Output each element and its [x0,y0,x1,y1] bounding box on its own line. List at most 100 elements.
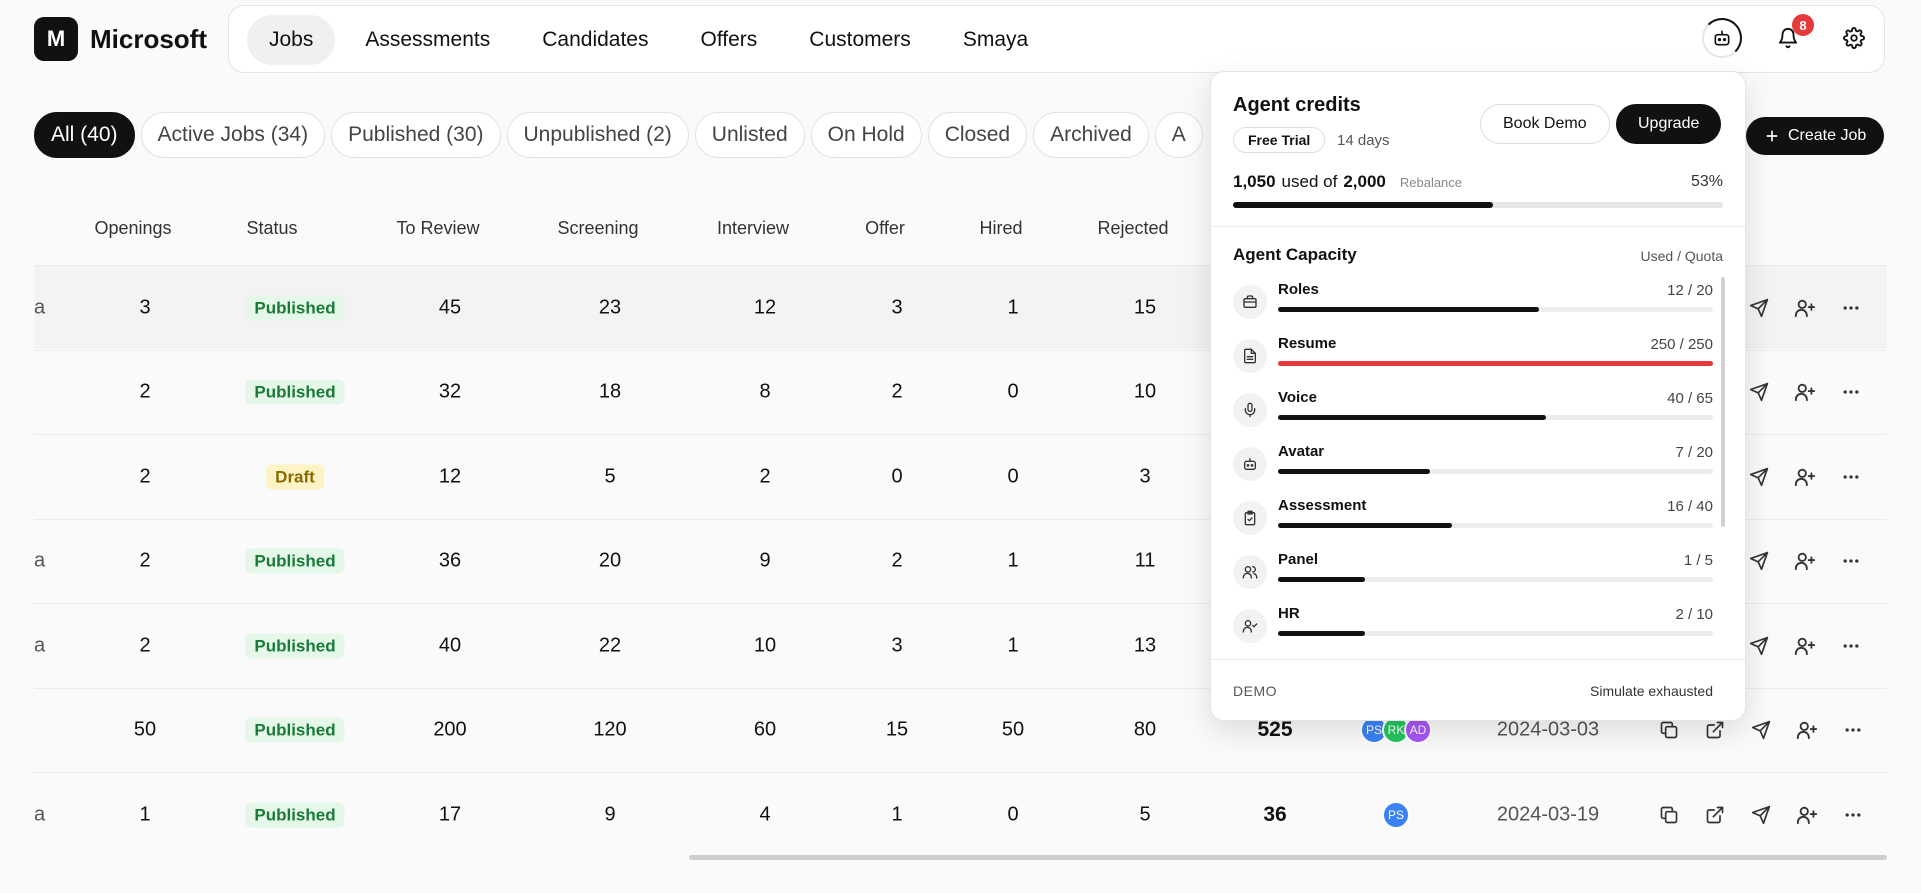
filter-active-jobs[interactable]: Active Jobs (34) [140,112,326,158]
th-to-review[interactable]: To Review [396,218,479,239]
th-hired[interactable]: Hired [979,218,1022,239]
popover-scrollbar[interactable] [1721,277,1725,527]
status-badge: Published [245,802,345,827]
capacity-subtitle: Used / Quota [1640,248,1724,264]
add-user-icon[interactable] [1796,719,1818,741]
job-title-clipped[interactable]: a [34,634,45,657]
brand[interactable]: M Microsoft [34,17,207,61]
capacity-bar-fill [1278,577,1365,582]
upgrade-button[interactable]: Upgrade [1616,104,1722,144]
more-icon[interactable] [1840,381,1862,403]
filter-published[interactable]: Published (30) [331,112,501,158]
more-icon[interactable] [1840,635,1862,657]
filter-archived[interactable]: Archived [1033,112,1149,158]
agent-credits-popover: Agent credits Free Trial 14 days Book De… [1210,71,1746,721]
th-screening[interactable]: Screening [557,218,638,239]
send-icon[interactable] [1750,804,1772,826]
simulate-exhausted-button[interactable]: Simulate exhausted [1590,683,1713,699]
capacity-bar-fill [1278,631,1365,636]
nav-tab-offers[interactable]: Offers [678,15,779,65]
credits-usage: 1,050 used of 2,000 Rebalance [1233,172,1462,192]
copy-icon[interactable] [1658,719,1680,741]
more-icon[interactable] [1840,466,1862,488]
capacity-item-hr: HR 2 / 10 [1233,601,1713,655]
cell-hired: 50 [1001,718,1025,741]
more-icon[interactable] [1842,804,1864,826]
send-icon[interactable] [1750,719,1772,741]
send-icon[interactable] [1748,297,1770,319]
th-rejected[interactable]: Rejected [1097,218,1168,239]
capacity-name: Assessment [1278,497,1367,514]
job-title-clipped[interactable]: a [34,550,45,573]
send-icon[interactable] [1748,550,1770,572]
nav-tab-smaya[interactable]: Smaya [941,15,1050,65]
external-link-icon[interactable] [1704,719,1726,741]
cell-total: 525 [1257,718,1293,741]
more-icon[interactable] [1840,297,1862,319]
th-openings[interactable]: Openings [94,218,171,239]
row-actions [1748,381,1862,403]
more-icon[interactable] [1840,550,1862,572]
add-user-icon[interactable] [1796,804,1818,826]
add-user-icon[interactable] [1794,550,1816,572]
create-job-button[interactable]: Create Job [1746,117,1885,155]
book-demo-button[interactable]: Book Demo [1480,104,1610,144]
cell-to-review: 17 [438,803,462,825]
nav-tab-assessments[interactable]: Assessments [343,15,512,65]
filter-all[interactable]: All (40) [34,112,135,158]
th-offer[interactable]: Offer [865,218,905,239]
add-user-icon[interactable] [1794,466,1816,488]
credits-used-word: used of [1281,172,1338,191]
robot-icon [1714,30,1730,46]
capacity-value: 250 / 250 [1650,336,1713,353]
cell-rejected: 11 [1134,549,1156,572]
filter-on-hold[interactable]: On Hold [810,112,922,158]
rebalance-link[interactable]: Rebalance [1400,175,1462,190]
top-nav: Jobs Assessments Candidates Offers Custo… [228,5,1885,73]
cell-date: 2024-03-03 [1496,718,1600,741]
external-link-icon[interactable] [1704,804,1726,826]
horizontal-scrollbar[interactable] [689,855,1887,860]
table-row[interactable]: a 1 17 9 4 1 0 5 Published 36 PS 2024-03-19 [34,772,1887,856]
create-job-label: Create Job [1788,127,1867,144]
nav-tab-candidates[interactable]: Candidates [520,15,670,65]
filter-more[interactable]: A [1154,112,1203,158]
popover-divider [1211,226,1745,227]
agent-credits-button[interactable] [1702,18,1742,58]
add-user-icon[interactable] [1794,297,1816,319]
capacity-bar [1278,361,1713,366]
nav-tab-customers[interactable]: Customers [787,15,933,65]
job-title-clipped[interactable]: a [34,803,45,826]
notifications-button[interactable]: 8 [1768,14,1814,58]
capacity-name: Avatar [1278,443,1325,460]
job-title-clipped[interactable]: a [34,296,45,319]
capacity-item-panel: Panel 1 / 5 [1233,547,1713,601]
add-user-icon[interactable] [1794,635,1816,657]
capacity-name: Panel [1278,551,1319,568]
filter-closed[interactable]: Closed [927,112,1028,158]
cell-hired: 0 [1007,465,1019,487]
cell-date: 2024-03-19 [1496,803,1600,825]
send-icon[interactable] [1748,381,1770,403]
filter-unlisted[interactable]: Unlisted [694,112,805,158]
cell-hired: 1 [1007,549,1019,572]
settings-button[interactable] [1834,18,1874,58]
cell-to-review: 45 [438,296,462,318]
capacity-item-assessment: Assessment 16 / 40 [1233,493,1713,547]
cell-openings: 2 [139,634,151,656]
cell-offer: 1 [891,803,903,825]
more-icon[interactable] [1842,719,1864,741]
popover-divider [1211,659,1745,660]
add-user-icon[interactable] [1794,381,1816,403]
th-interview[interactable]: Interview [717,218,789,239]
filter-unpublished[interactable]: Unpublished (2) [506,112,689,158]
avatar[interactable]: PS [1382,800,1410,829]
send-icon[interactable] [1748,635,1770,657]
status-cell: Published [245,295,345,320]
cell-hired: 0 [1007,380,1019,403]
send-icon[interactable] [1748,466,1770,488]
th-status[interactable]: Status [246,218,297,239]
nav-tab-jobs[interactable]: Jobs [247,15,336,65]
copy-icon[interactable] [1658,804,1680,826]
cell-interview: 60 [753,718,777,741]
